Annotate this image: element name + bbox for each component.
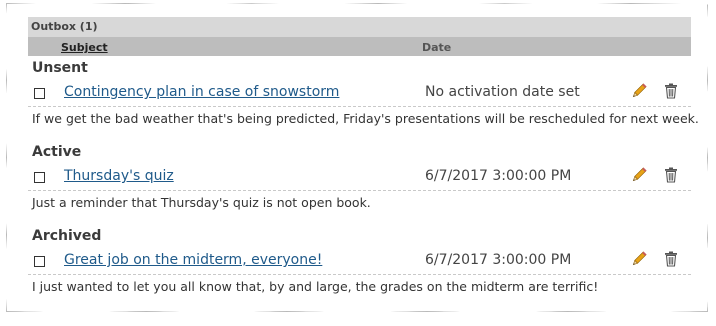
- column-header-bar: Subject Date: [28, 37, 691, 56]
- section-title-active: Active: [32, 144, 82, 160]
- message-row: Great job on the midterm, everyone! 6/7/…: [28, 250, 691, 274]
- message-date: 6/7/2017 3:00:00 PM: [425, 168, 572, 184]
- message-date: No activation date set: [425, 84, 580, 100]
- divider: [28, 190, 691, 191]
- select-checkbox[interactable]: [34, 88, 45, 99]
- trash-icon[interactable]: [662, 166, 680, 184]
- section-title-archived: Archived: [32, 228, 102, 244]
- section-title-unsent: Unsent: [32, 60, 88, 76]
- message-subject-link[interactable]: Great job on the midterm, everyone!: [64, 252, 322, 268]
- trash-icon[interactable]: [662, 250, 680, 268]
- message-row: Thursday's quiz 6/7/2017 3:00:00 PM: [28, 166, 691, 190]
- trash-icon[interactable]: [662, 82, 680, 100]
- pencil-icon[interactable]: [630, 82, 648, 100]
- message-date: 6/7/2017 3:00:00 PM: [425, 252, 572, 268]
- outbox-title: Outbox (1): [28, 17, 691, 37]
- message-body: If we get the bad weather that's being p…: [32, 111, 699, 126]
- pencil-icon[interactable]: [630, 250, 648, 268]
- select-checkbox[interactable]: [34, 256, 45, 267]
- pencil-icon[interactable]: [630, 166, 648, 184]
- message-body: Just a reminder that Thursday's quiz is …: [32, 195, 371, 210]
- message-subject-link[interactable]: Thursday's quiz: [64, 168, 174, 184]
- outbox-panel: Outbox (1) Subject Date Unsent Contingen…: [6, 3, 708, 312]
- message-body: I just wanted to let you all know that, …: [32, 279, 599, 294]
- date-column-header: Date: [422, 41, 452, 54]
- subject-column-header[interactable]: Subject: [61, 41, 108, 54]
- divider: [28, 274, 691, 275]
- divider: [28, 106, 691, 107]
- select-checkbox[interactable]: [34, 172, 45, 183]
- message-row: Contingency plan in case of snowstorm No…: [28, 82, 691, 106]
- message-subject-link[interactable]: Contingency plan in case of snowstorm: [64, 84, 339, 100]
